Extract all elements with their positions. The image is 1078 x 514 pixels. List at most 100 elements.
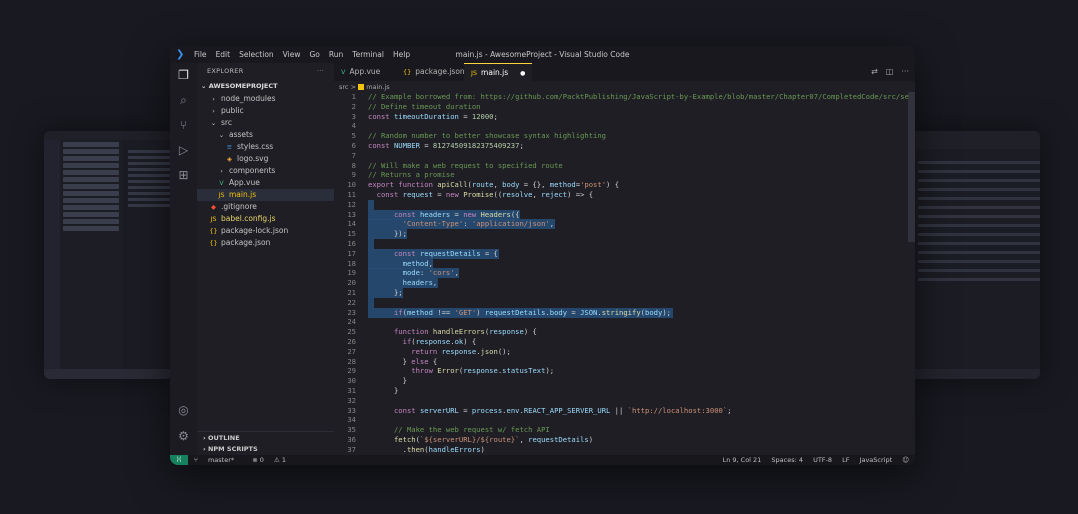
- tab-label: main.js: [481, 68, 509, 77]
- file-tree-item[interactable]: JS babel.config.js: [197, 213, 334, 225]
- breadcrumb-file[interactable]: main.js: [366, 83, 390, 91]
- unsaved-dot-icon[interactable]: ●: [520, 70, 525, 77]
- code-token: ) {: [523, 327, 537, 337]
- code-token: response: [415, 337, 451, 346]
- source-control-icon[interactable]: ⑂: [176, 118, 191, 133]
- language-mode[interactable]: JavaScript: [860, 456, 893, 464]
- file-tree-item[interactable]: › public: [197, 105, 334, 117]
- code-token: ||: [610, 405, 628, 415]
- code-token: response: [489, 327, 524, 337]
- code-line: });: [368, 229, 407, 238]
- more-actions-icon[interactable]: ···: [901, 67, 909, 76]
- code-token: REACT_APP_SERVER_URL: [523, 405, 611, 415]
- settings-gear-icon[interactable]: ⚙: [176, 429, 191, 444]
- npm-scripts-section[interactable]: › NPM SCRIPTS: [197, 443, 334, 455]
- code-line: // Make the web request w/ fetch API: [368, 425, 550, 434]
- vue-file-icon: V: [341, 68, 346, 76]
- line-number: 19: [347, 268, 356, 278]
- file-tree-item[interactable]: {} package.json: [197, 237, 334, 249]
- run-debug-icon[interactable]: ▷: [176, 143, 191, 158]
- menu-go[interactable]: Go: [309, 46, 319, 63]
- indentation[interactable]: Spaces: 4: [771, 456, 803, 464]
- code-token: ) {: [606, 180, 620, 190]
- file-tree-item[interactable]: ◆ .gitignore: [197, 201, 334, 213]
- menu-file[interactable]: File: [194, 46, 207, 63]
- file-tree-item[interactable]: › node_modules: [197, 93, 334, 105]
- explorer-files-icon[interactable]: ❐: [176, 68, 191, 83]
- code-line: }: [368, 386, 398, 395]
- file-tree-item[interactable]: {} package-lock.json: [197, 225, 334, 237]
- explorer-header: EXPLORER ···: [197, 63, 334, 79]
- menu-help[interactable]: Help: [393, 46, 410, 63]
- file-tree-item[interactable]: ⌄ src: [197, 117, 334, 129]
- chevron-right-icon: ›: [212, 107, 215, 115]
- code-token: resolve: [502, 190, 533, 199]
- cursor-position[interactable]: Ln 9, Col 21: [723, 456, 762, 464]
- file-tree-item[interactable]: ⌄ assets: [197, 129, 334, 141]
- extensions-icon[interactable]: ⊞: [176, 168, 191, 183]
- code-line: mode: 'cors',: [368, 268, 459, 277]
- breadcrumb-folder[interactable]: src: [339, 83, 349, 91]
- file-tree-item[interactable]: ◈ logo.svg: [197, 153, 334, 165]
- tab-package-json[interactable]: {} package.json: [396, 63, 472, 81]
- code-token: .: [368, 444, 407, 454]
- problems-errors[interactable]: ⊗ 0: [252, 456, 264, 464]
- scrollbar[interactable]: [908, 92, 915, 242]
- encoding[interactable]: UTF-8: [813, 456, 832, 464]
- code-token: throw: [368, 366, 438, 376]
- file-tree-label: src: [221, 118, 232, 127]
- more-actions-icon[interactable]: ···: [317, 63, 324, 79]
- chevron-down-icon: ⌄: [218, 131, 225, 139]
- code-token: export function: [368, 180, 438, 190]
- line-number: 28: [347, 356, 356, 366]
- search-icon[interactable]: ⌕: [176, 93, 191, 108]
- file-tree: › node_modules › public ⌄ src ⌄ assets ≡ styles.c…: [197, 93, 334, 249]
- code-token: request: [402, 190, 433, 199]
- tab-label: package.json: [415, 67, 465, 76]
- code-token: ;: [519, 141, 524, 150]
- code-token: const: [368, 248, 420, 258]
- remote-indicator-icon[interactable]: ⟩⟨: [170, 455, 188, 465]
- chevron-down-icon: ⌄: [210, 119, 217, 127]
- code-token: ,: [454, 268, 459, 278]
- compare-icon[interactable]: ⇄: [871, 67, 878, 76]
- code-editor[interactable]: 1 // Example borrowed from: https://githu…: [334, 92, 915, 455]
- code-token: ((: [493, 190, 503, 199]
- code-token: body: [549, 307, 568, 317]
- menu-terminal[interactable]: Terminal: [352, 46, 384, 63]
- file-tree-label: App.vue: [229, 178, 260, 187]
- tab-app-vue[interactable]: V App.vue: [334, 63, 387, 81]
- menu-edit[interactable]: Edit: [216, 46, 231, 63]
- file-tree-item[interactable]: ≡ styles.css: [197, 141, 334, 153]
- explorer-panel: EXPLORER ··· ⌄ AWESOMEPROJECT › node_modu…: [197, 63, 334, 455]
- code-token: new: [463, 209, 481, 219]
- file-tree-item[interactable]: V App.vue: [197, 177, 334, 189]
- code-line: if(method !== 'GET') requestDetails.body…: [368, 308, 671, 317]
- menu-selection[interactable]: Selection: [239, 46, 274, 63]
- line-number: 20: [347, 278, 356, 288]
- menu-view[interactable]: View: [283, 46, 301, 63]
- menu-run[interactable]: Run: [329, 46, 343, 63]
- line-number: 33: [347, 405, 356, 415]
- svg-file-icon: ◈: [227, 155, 232, 163]
- line-number: 25: [347, 327, 356, 337]
- git-branch[interactable]: ⑂ master*: [194, 456, 242, 464]
- feedback-icon[interactable]: ☺: [902, 456, 909, 464]
- code-token: requestDetails: [419, 248, 481, 258]
- project-folder[interactable]: ⌄ AWESOMEPROJECT: [197, 79, 334, 93]
- code-token: ,: [432, 278, 438, 288]
- line-ending[interactable]: LF: [842, 456, 849, 464]
- file-tree-item[interactable]: JS main.js: [197, 189, 334, 201]
- line-number: 29: [347, 366, 356, 376]
- code-token: NUMBER: [393, 141, 420, 150]
- account-icon[interactable]: ◎: [176, 403, 191, 418]
- problems-warnings[interactable]: ⚠ 1: [274, 456, 286, 464]
- file-tree-item[interactable]: › components: [197, 165, 334, 177]
- tab-main-js[interactable]: JS main.js ●: [464, 63, 533, 81]
- code-token: };: [368, 288, 403, 297]
- split-editor-icon[interactable]: ◫: [886, 67, 894, 76]
- code-token: 'GET': [454, 307, 477, 317]
- code-token: ;: [727, 405, 732, 415]
- js-file-icon: JS: [471, 69, 478, 77]
- line-number: 36: [347, 435, 356, 444]
